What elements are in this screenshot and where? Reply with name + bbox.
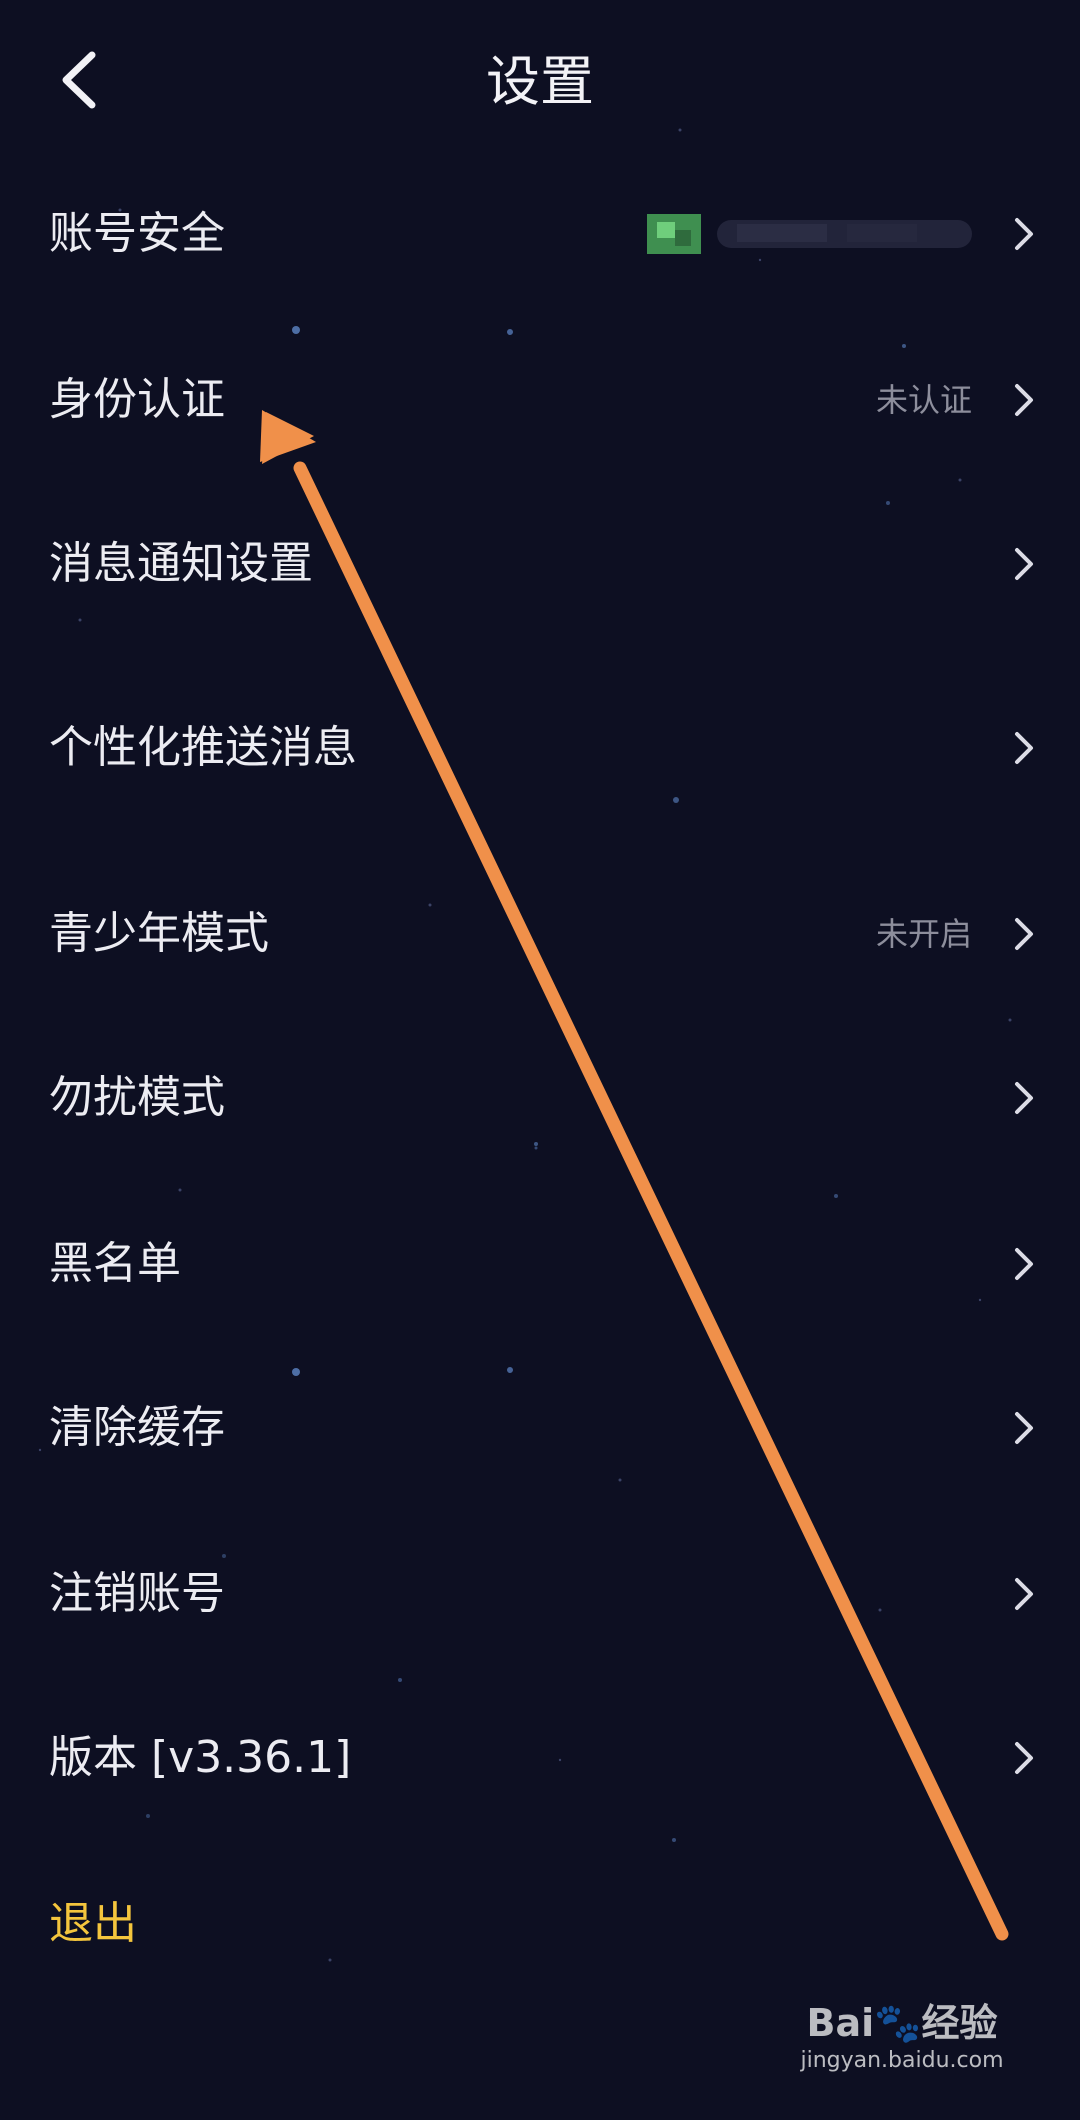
chevron-right-icon xyxy=(1015,1742,1033,1774)
settings-row-blacklist[interactable]: 黑名单 xyxy=(0,1204,1080,1324)
settings-row-delete-account[interactable]: 注销账号 xyxy=(0,1534,1080,1654)
header-bar: 设置 xyxy=(0,0,1080,165)
settings-row-label: 版本 [v3.36.1] xyxy=(49,1732,352,1783)
settings-row-teen-mode[interactable]: 青少年模式 未开启 xyxy=(0,874,1080,994)
settings-row-label: 勿扰模式 xyxy=(49,1072,225,1123)
settings-row-label: 消息通知设置 xyxy=(49,538,313,589)
settings-row-label: 注销账号 xyxy=(49,1568,225,1619)
settings-row-label: 黑名单 xyxy=(49,1238,181,1289)
settings-row-label: 清除缓存 xyxy=(49,1402,225,1453)
settings-row-do-not-disturb[interactable]: 勿扰模式 xyxy=(0,1038,1080,1158)
watermark-logo: Bai🐾经验 xyxy=(782,2000,1022,2046)
chevron-right-icon xyxy=(1015,1248,1033,1280)
chevron-right-icon xyxy=(1015,548,1033,580)
settings-row-version[interactable]: 版本 [v3.36.1] xyxy=(0,1698,1080,1818)
chevron-right-icon xyxy=(1015,384,1033,416)
status-value: 未认证 xyxy=(875,381,972,419)
settings-row-label: 青少年模式 xyxy=(49,908,269,959)
chevron-right-icon xyxy=(1015,732,1033,764)
chevron-right-icon xyxy=(1015,918,1033,950)
settings-row-label: 身份认证 xyxy=(49,374,225,425)
watermark-url: jingyan.baidu.com xyxy=(800,2048,1004,2073)
chevron-right-icon xyxy=(1015,218,1033,250)
watermark-logo-text: Bai xyxy=(806,2001,875,2045)
settings-row-label: 个性化推送消息 xyxy=(49,722,357,773)
masked-account-info xyxy=(647,214,972,254)
settings-row-label: 账号安全 xyxy=(49,208,225,259)
logout-button[interactable]: 退出 xyxy=(49,1864,137,1984)
settings-row-notification-settings[interactable]: 消息通知设置 xyxy=(0,504,1080,624)
settings-row-personalized-push[interactable]: 个性化推送消息 xyxy=(0,688,1080,808)
chevron-right-icon xyxy=(1015,1412,1033,1444)
chevron-right-icon xyxy=(1015,1082,1033,1114)
paw-icon: 🐾 xyxy=(874,2001,922,2045)
baidu-jingyan-watermark: Bai🐾经验 jingyan.baidu.com xyxy=(782,2000,1022,2110)
settings-row-clear-cache[interactable]: 清除缓存 xyxy=(0,1368,1080,1488)
page-title: 设置 xyxy=(486,50,594,113)
chevron-right-icon xyxy=(1015,1578,1033,1610)
status-value: 未开启 xyxy=(875,915,972,953)
watermark-logo-suffix: 经验 xyxy=(921,2001,998,2045)
settings-row-identity-verification[interactable]: 身份认证 未认证 xyxy=(0,340,1080,460)
settings-row-account-security[interactable]: 账号安全 xyxy=(0,174,1080,294)
